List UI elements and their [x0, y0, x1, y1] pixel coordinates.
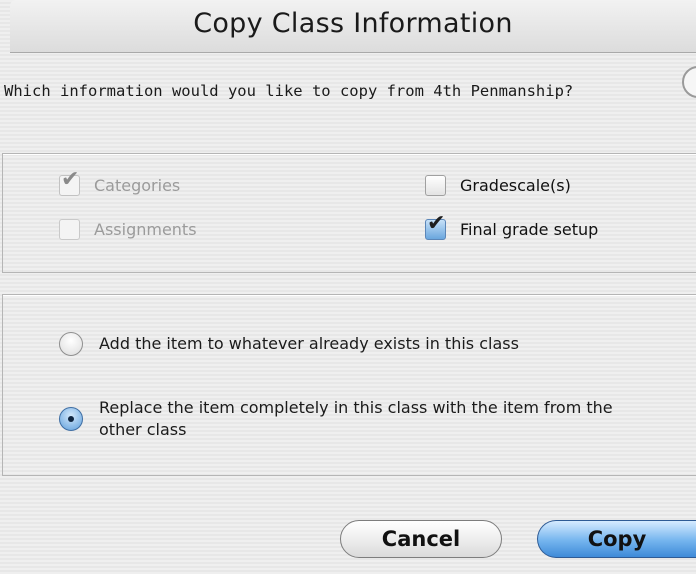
copy-button[interactable]: Copy: [537, 520, 696, 558]
final-grade-setup-checkbox[interactable]: ✔ Final grade setup: [425, 211, 599, 240]
question-text: Which information would you like to copy…: [4, 82, 574, 100]
add-item-radio[interactable]: Add the item to whatever already exists …: [59, 332, 669, 356]
final-grade-setup-label: Final grade setup: [460, 220, 599, 239]
dialog-title: Copy Class Information: [193, 8, 513, 39]
categories-checkbox[interactable]: ✔ Categories: [59, 167, 181, 196]
assignments-checkbox[interactable]: Assignments: [59, 219, 197, 240]
help-button[interactable]: [682, 66, 696, 98]
checkbox-box: ✔: [59, 167, 80, 196]
checkbox-box: [425, 175, 446, 196]
radio-button-icon: [59, 407, 83, 431]
replace-item-label: Replace the item completely in this clas…: [99, 398, 613, 439]
gradescale-label: Gradescale(s): [460, 176, 571, 195]
dialog-title-bar: Copy Class Information: [10, 0, 696, 53]
gradescale-checkbox[interactable]: Gradescale(s): [425, 175, 571, 196]
radio-button-icon: [59, 332, 83, 356]
add-item-label: Add the item to whatever already exists …: [99, 334, 519, 353]
mode-group-box: Add the item to whatever already exists …: [2, 294, 696, 476]
categories-label: Categories: [94, 176, 181, 195]
replace-item-radio[interactable]: Replace the item completely in this clas…: [59, 397, 619, 441]
check-icon: ✔: [427, 211, 446, 236]
checkbox-box: [59, 219, 80, 240]
checkbox-box: ✔: [425, 211, 446, 240]
assignments-label: Assignments: [94, 220, 197, 239]
items-group-box: ✔ Categories Gradescale(s) Assignments ✔…: [2, 153, 696, 273]
cancel-button[interactable]: Cancel: [340, 520, 502, 558]
check-icon: ✔: [61, 167, 80, 192]
